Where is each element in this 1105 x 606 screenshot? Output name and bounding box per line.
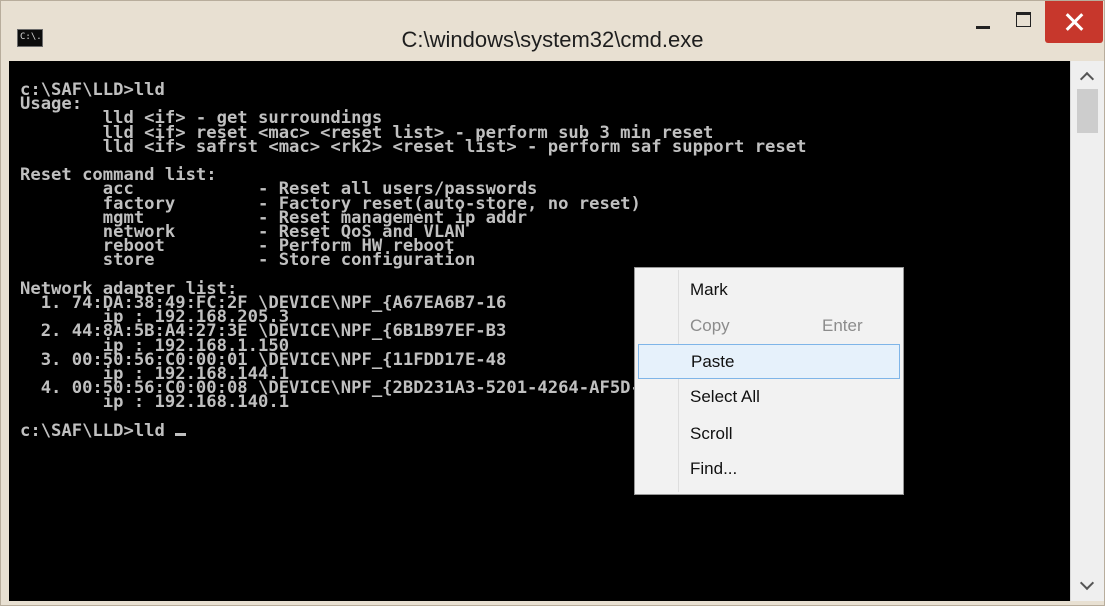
scrollbar-thumb[interactable] [1077,89,1098,133]
title-bar[interactable]: C:\. C:\windows\system32\cmd.exe [1,1,1104,59]
menu-item-label: Scroll [690,424,733,443]
menu-item-label: Select All [690,387,760,406]
menu-item-find[interactable]: Find... [638,452,900,487]
console-line: lld <if> safrst <mac> <rk2> <reset list>… [20,136,807,157]
vertical-scrollbar[interactable] [1070,61,1104,601]
context-menu: Mark Copy Enter Paste Select All Scroll F… [634,267,904,495]
console-line: store - Store configuration [20,250,476,271]
menu-item-scroll[interactable]: Scroll [638,417,900,452]
menu-item-label: Paste [691,352,735,371]
menu-item-label: Find... [690,459,738,478]
console-line: ip : 192.168.140.1 [20,392,290,413]
menu-item-label: Mark [690,280,728,299]
menu-item-paste[interactable]: Paste [638,344,900,379]
menu-item-copy[interactable]: Copy Enter [638,309,900,344]
menu-item-label: Copy [690,316,730,335]
scroll-down-arrow-icon[interactable] [1071,573,1104,601]
minimize-button[interactable] [961,1,1003,43]
console-prompt: c:\SAF\LLD>lld [20,420,176,441]
maximize-button[interactable] [1003,1,1045,43]
console-output[interactable]: c:\SAF\LLD>lld Usage: lld <if> - get sur… [9,61,1070,601]
text-cursor [175,432,187,436]
menu-item-mark[interactable]: Mark [638,273,900,308]
console-text: c:\SAF\LLD>lld Usage: lld <if> - get sur… [9,61,1070,441]
close-button[interactable] [1045,1,1103,43]
scroll-up-arrow-icon[interactable] [1071,61,1104,89]
menu-item-shortcut: Enter [822,316,863,335]
menu-item-select-all[interactable]: Select All [638,380,900,415]
window-title: C:\windows\system32\cmd.exe [401,27,704,52]
cmd-window: C:\. C:\windows\system32\cmd.exe c:\SAF\… [0,0,1105,606]
